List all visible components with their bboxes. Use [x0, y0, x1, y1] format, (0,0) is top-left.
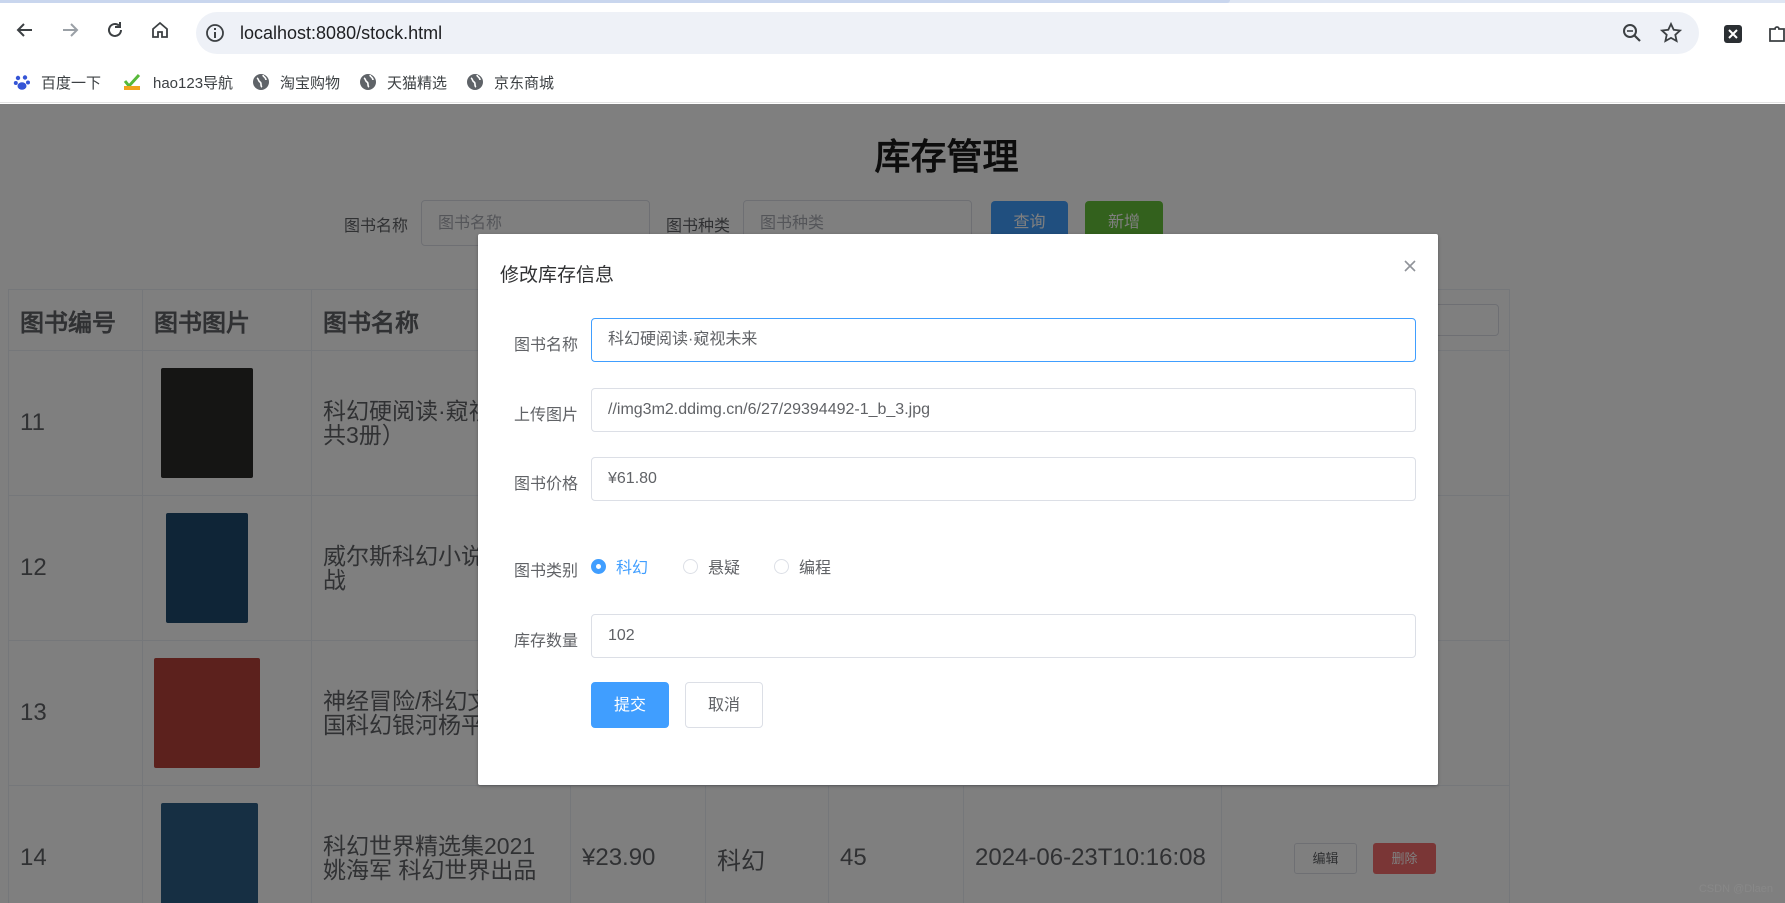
close-icon[interactable]: [1400, 256, 1420, 276]
baidu-paw-icon: [13, 75, 30, 90]
book-price-field-label: 图书价格: [513, 474, 578, 493]
bookmark-star-icon[interactable]: [1659, 21, 1683, 45]
extension-x-icon[interactable]: [1723, 24, 1743, 44]
stock-quantity-field-label: 库存数量: [513, 631, 578, 650]
home-icon: [152, 21, 168, 38]
globe-icon: [467, 74, 483, 90]
bookmark-baidu[interactable]: 百度一下: [13, 71, 101, 93]
edit-stock-dialog: 修改库存信息 图书名称 科幻硬阅读·窥视未来 上传图片 //img3m2.ddi…: [478, 234, 1438, 785]
book-category-field-label: 图书类别: [513, 561, 578, 580]
browser-toolbar: localhost:8080/stock.html: [0, 3, 1785, 62]
book-name-field[interactable]: 科幻硬阅读·窥视未来: [591, 318, 1416, 362]
category-radio-scifi[interactable]: 科幻: [591, 556, 648, 577]
book-name-field-label: 图书名称: [513, 335, 578, 354]
watermark: CSDN @Dlaen: [1698, 883, 1773, 895]
extensions-puzzle-icon[interactable]: [1766, 23, 1785, 45]
category-radio-mystery[interactable]: 悬疑: [683, 556, 740, 577]
url-text: localhost:8080/stock.html: [240, 23, 443, 43]
bookmark-taobao[interactable]: 淘宝购物: [252, 71, 340, 93]
globe-icon: [360, 74, 376, 90]
radio-checked-icon: [591, 558, 606, 574]
stock-quantity-field[interactable]: 102: [591, 614, 1416, 658]
bookmark-hao123[interactable]: hao123导航: [121, 71, 233, 93]
forward-button[interactable]: [56, 16, 84, 44]
zoom-icon[interactable]: [1621, 22, 1643, 44]
globe-icon: [253, 74, 269, 90]
reload-icon: [108, 22, 122, 37]
home-button[interactable]: [146, 16, 174, 44]
info-icon[interactable]: [204, 22, 226, 44]
hao123-icon: [123, 73, 141, 90]
submit-button[interactable]: 提交: [591, 682, 669, 728]
upload-image-field-label: 上传图片: [513, 405, 578, 424]
page-content: 库存管理 图书名称 图书名称 图书种类 图书种类 查询 新增 图书编号 图书图片…: [0, 104, 1785, 903]
bookmarks-bar: 百度一下 hao123导航 淘宝购物 天猫精选 京东商城: [0, 62, 1785, 103]
book-price-field[interactable]: ¥61.80: [591, 457, 1416, 501]
category-radio-programming[interactable]: 编程: [774, 556, 831, 577]
bookmark-jd[interactable]: 京东商城: [466, 71, 554, 93]
upload-image-field[interactable]: //img3m2.ddimg.cn/6/27/29394492-1_b_3.jp…: [591, 388, 1416, 432]
reload-button[interactable]: [101, 16, 129, 44]
arrow-right-icon: [63, 23, 79, 37]
back-button[interactable]: [11, 16, 39, 44]
radio-unchecked-icon: [683, 558, 698, 574]
cancel-button[interactable]: 取消: [685, 682, 763, 728]
radio-unchecked-icon: [774, 558, 789, 574]
dialog-title: 修改库存信息: [500, 264, 615, 286]
arrow-left-icon: [16, 23, 32, 37]
bookmark-tmall[interactable]: 天猫精选: [359, 71, 447, 93]
address-bar[interactable]: localhost:8080/stock.html: [196, 12, 1699, 54]
